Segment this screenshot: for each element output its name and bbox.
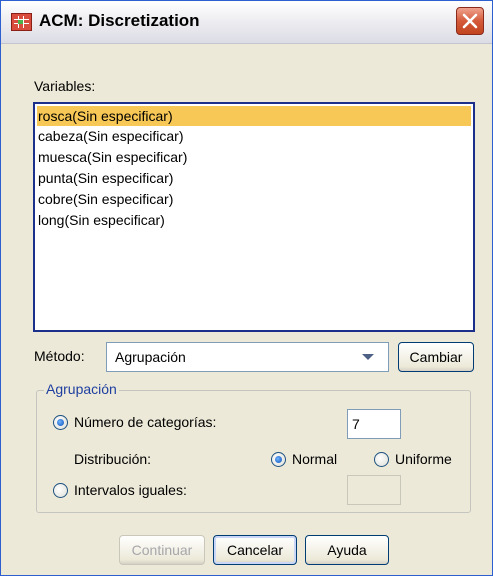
list-item[interactable]: cabeza(Sin especificar): [35, 126, 473, 147]
uniform-label[interactable]: Uniforme: [395, 451, 452, 467]
equal-intervals-label[interactable]: Intervalos iguales:: [74, 482, 187, 498]
num-categories-input[interactable]: 7: [347, 409, 401, 439]
list-item[interactable]: punta(Sin especificar): [35, 168, 473, 189]
variables-label: Variables:: [34, 78, 96, 94]
window-title: ACM: Discretization: [39, 11, 200, 30]
uniform-radio[interactable]: [374, 452, 389, 467]
cancel-button[interactable]: Cancelar: [213, 535, 297, 565]
distribution-label: Distribución:: [74, 451, 152, 467]
list-item[interactable]: muesca(Sin especificar): [35, 147, 473, 168]
title-bar[interactable]: ACM: Discretization: [1, 1, 492, 44]
grouping-title: Agrupación: [44, 381, 119, 397]
list-item[interactable]: cobre(Sin especificar): [35, 189, 473, 210]
normal-radio[interactable]: [271, 452, 286, 467]
num-categories-label[interactable]: Número de categorías:: [74, 414, 216, 430]
continue-button[interactable]: Continuar: [119, 535, 205, 565]
method-label: Método:: [34, 348, 85, 364]
discretization-dialog: ACM: Discretization Variables: rosca(Sin…: [0, 0, 493, 576]
variables-list[interactable]: rosca(Sin especificar) cabeza(Sin especi…: [33, 102, 475, 332]
change-button[interactable]: Cambiar: [398, 342, 474, 372]
chevron-down-icon[interactable]: [362, 354, 374, 360]
close-button[interactable]: [456, 7, 484, 35]
method-select[interactable]: Agrupación: [106, 342, 389, 372]
close-icon: [462, 13, 478, 29]
equal-intervals-radio[interactable]: [53, 483, 68, 498]
method-selected-value: Agrupación: [115, 349, 186, 365]
equal-intervals-input[interactable]: [347, 475, 401, 505]
list-item[interactable]: rosca(Sin especificar): [37, 106, 471, 126]
normal-label[interactable]: Normal: [292, 451, 337, 467]
app-grid-icon: [11, 13, 32, 31]
help-button[interactable]: Ayuda: [305, 535, 389, 565]
list-item[interactable]: long(Sin especificar): [35, 210, 473, 231]
num-categories-radio[interactable]: [53, 415, 68, 430]
